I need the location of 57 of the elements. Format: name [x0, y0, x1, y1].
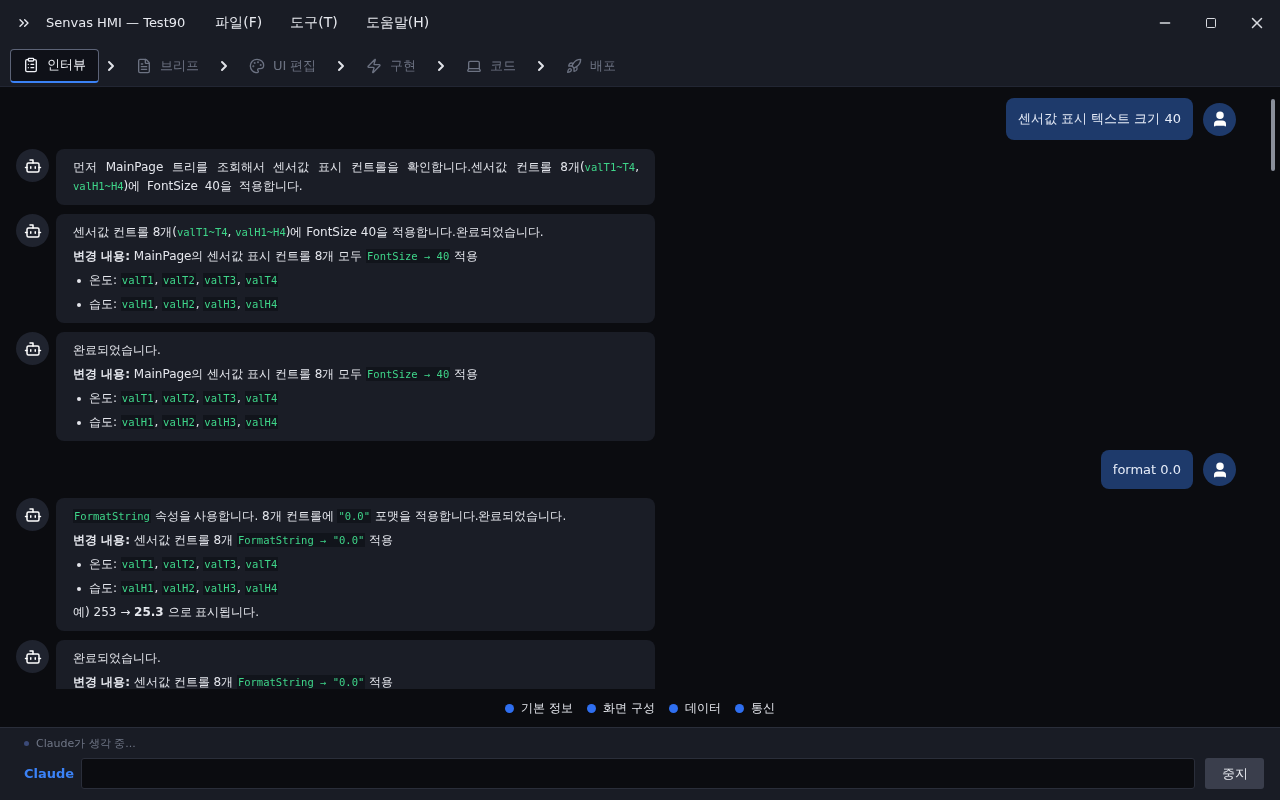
- message-input[interactable]: [81, 758, 1195, 789]
- bullet-icon: [77, 279, 81, 283]
- bullet-text: 습도: valH1, valH2, valH3, valH4: [89, 414, 279, 431]
- status-text: Claude가 생각 중...: [36, 735, 136, 751]
- message-text: 센서값 컨트롤 8개(valT1~T4, valH1~H4)에 FontSize 40을 적용합니다.완료되었습니다.: [73, 224, 545, 241]
- bullet-icon: [77, 563, 81, 567]
- tab-icon: [136, 57, 152, 74]
- bot-avatar: [16, 149, 49, 182]
- scrollbar-thumb[interactable]: [1271, 99, 1275, 171]
- menu-item[interactable]: 도움말(H): [365, 13, 430, 32]
- step-tab[interactable]: 코드: [453, 48, 530, 83]
- bullet-text: 온도: valT1, valT2, valT3, valT4: [89, 556, 279, 573]
- legend-item: 기본 정보: [505, 699, 573, 717]
- message-text: 변경 내용: MainPage의 센서값 표시 컨트롤 8개 모두 FontSize → 40 적용: [73, 248, 480, 265]
- user-avatar: [1203, 102, 1236, 136]
- user-message: format 0.0: [1100, 450, 1193, 489]
- message-text: 변경 내용: MainPage의 센서값 표시 컨트롤 8개 모두 FontSize → 40 적용: [73, 366, 480, 383]
- step-tab[interactable]: 배포: [553, 48, 630, 83]
- menu-item[interactable]: 파일(F): [215, 13, 263, 32]
- message-text: 변경 내용: 센서값 컨트롤 8개 FormatString → "0.0" 적용: [73, 674, 395, 689]
- bullet-text: 온도: valT1, valT2, valT3, valT4: [89, 390, 279, 407]
- bot-avatar: [16, 640, 49, 673]
- stop-button[interactable]: 중지: [1205, 758, 1264, 789]
- bot-avatar: [16, 214, 49, 247]
- step-tab[interactable]: 인터뷰: [10, 48, 99, 83]
- message-text: 먼저 MainPage 트리를 조회해서 센서값 표시 컨트롤을 확인합니다.센서값 컨트롤 8개(valT1~T4, valH1~H4)에 FontSize 40을 적용합니다.: [73, 159, 639, 195]
- tab-icon: [23, 57, 39, 73]
- bullet-icon: [77, 303, 81, 307]
- message-text: 변경 내용: 센서값 컨트롤 8개 FormatString → "0.0" 적용: [73, 532, 395, 549]
- tab-icon: [566, 57, 583, 74]
- bot-avatar: [16, 332, 49, 365]
- bullet-icon: [77, 397, 81, 401]
- bullet-icon: [77, 421, 81, 425]
- assistant-label: Claude: [24, 766, 73, 781]
- message-text: FormatString 속성을 사용합니다. 8개 컨트롤에 "0.0" 포맷을 적용합니다.완료되었습니다.: [73, 508, 568, 525]
- message-text: 완료되었습니다.: [73, 650, 162, 667]
- legend-item: 통신: [734, 699, 775, 717]
- message-text: 완료되었습니다.: [73, 342, 162, 359]
- legend-item: 화면 구성: [587, 699, 655, 717]
- bullet-icon: [77, 587, 81, 591]
- step-tab[interactable]: 브리프: [123, 48, 212, 83]
- bot-avatar: [16, 498, 49, 531]
- user-avatar: [1203, 453, 1236, 486]
- menu-item[interactable]: 도구(T): [290, 13, 338, 32]
- step-tab[interactable]: 구현: [353, 48, 430, 83]
- tab-icon: [366, 57, 383, 74]
- user-message: 센서값 표시 텍스트 크기 40: [1005, 98, 1193, 140]
- status-dot-icon: [24, 740, 29, 746]
- tab-icon: [249, 57, 265, 74]
- maximize-icon[interactable]: [1205, 16, 1217, 29]
- bullet-text: 습도: valH1, valH2, valH3, valH4: [89, 580, 279, 597]
- bullet-text: 온도: valT1, valT2, valT3, valT4: [89, 272, 279, 289]
- bullet-text: 습도: valH1, valH2, valH3, valH4: [89, 296, 279, 313]
- step-tab[interactable]: UI 편집: [236, 48, 330, 83]
- legend-item: 데이터: [668, 699, 721, 717]
- window-title: Senvas HMI — Test90: [46, 15, 186, 30]
- message-text: 예) 253 → 25.3 으로 표시됩니다.: [73, 604, 261, 621]
